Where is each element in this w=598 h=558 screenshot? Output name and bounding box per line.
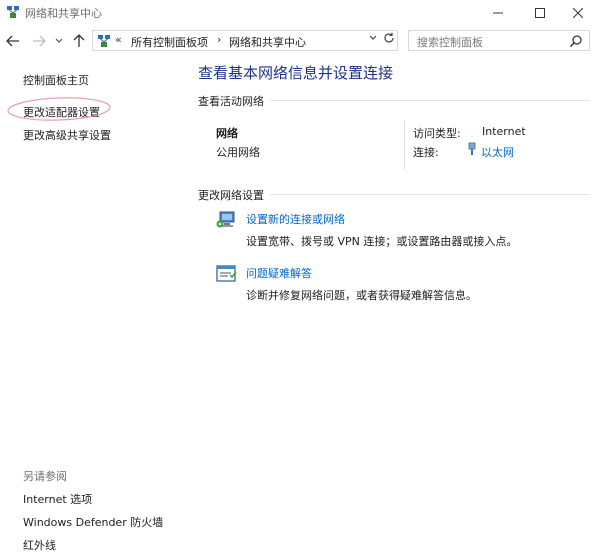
annotation-circle	[7, 97, 111, 121]
breadcrumb-separator[interactable]: ›	[217, 33, 221, 46]
chevron-down-icon	[55, 38, 63, 43]
forward-button[interactable]	[30, 32, 48, 50]
close-button[interactable]	[556, 0, 598, 26]
window-title: 网络和共享中心	[25, 7, 102, 20]
change-settings-heading: 更改网络设置	[198, 187, 270, 203]
minimize-button[interactable]	[476, 0, 520, 26]
internet-options-link[interactable]: Internet 选项	[23, 491, 92, 507]
network-category[interactable]: 公用网络	[216, 144, 260, 160]
ethernet-connection-link[interactable]: 以太网	[481, 144, 514, 160]
search-placeholder: 搜索控制面板	[417, 36, 483, 49]
network-info-divider	[404, 120, 405, 170]
setup-new-connection-link[interactable]: 设置新的连接或网络	[246, 211, 345, 227]
breadcrumb-overflow[interactable]: «	[115, 33, 122, 46]
network-center-icon	[7, 6, 19, 18]
ethernet-icon	[468, 142, 476, 155]
active-networks-heading: 查看活动网络	[198, 93, 270, 109]
troubleshoot-problems-desc: 诊断并修复网络问题，或者获得疑难解答信息。	[246, 289, 477, 302]
arrow-right-icon	[33, 35, 46, 47]
chevron-down-icon	[369, 35, 377, 40]
maximize-icon	[535, 8, 545, 18]
navigation-bar: « 所有控制面板项 › 网络和共享中心 搜索控制面板	[0, 28, 598, 54]
troubleshoot-icon	[216, 265, 237, 282]
page-title: 查看基本网络信息并设置连接	[198, 64, 394, 82]
address-dropdown-button[interactable]	[369, 33, 377, 44]
breadcrumb-network-center[interactable]: 网络和共享中心	[229, 34, 306, 50]
address-bar[interactable]: « 所有控制面板项 › 网络和共享中心	[92, 30, 398, 51]
see-also-heading: 另请参阅	[23, 470, 67, 483]
control-panel-icon	[98, 35, 110, 47]
back-button[interactable]	[4, 32, 22, 50]
arrow-up-icon	[73, 34, 85, 47]
infrared-link[interactable]: 红外线	[23, 537, 56, 553]
minimize-icon	[493, 12, 503, 14]
arrow-left-icon	[6, 35, 19, 47]
troubleshoot-problems-link[interactable]: 问题疑难解答	[246, 265, 312, 281]
close-icon	[573, 8, 583, 18]
change-advanced-sharing-link[interactable]: 更改高级共享设置	[23, 127, 111, 143]
access-type-label: 访问类型:	[413, 127, 461, 140]
firewall-link[interactable]: Windows Defender 防火墙	[23, 514, 163, 530]
network-name: 网络	[216, 127, 238, 140]
refresh-button[interactable]	[383, 32, 395, 47]
control-panel-home-link[interactable]: 控制面板主页	[23, 72, 89, 88]
recent-locations-button[interactable]	[50, 32, 68, 50]
new-connection-icon	[216, 211, 235, 228]
connections-label: 连接:	[413, 146, 439, 159]
search-icon	[569, 35, 582, 48]
access-type-value: Internet	[482, 125, 526, 138]
search-box[interactable]: 搜索控制面板	[408, 30, 590, 51]
refresh-icon	[384, 32, 394, 43]
title-bar: 网络和共享中心	[0, 0, 598, 26]
setup-new-connection-desc: 设置宽带、拨号或 VPN 连接；或设置路由器或接入点。	[246, 235, 518, 248]
up-button[interactable]	[70, 32, 88, 50]
breadcrumb-all-items[interactable]: 所有控制面板项	[131, 34, 208, 50]
